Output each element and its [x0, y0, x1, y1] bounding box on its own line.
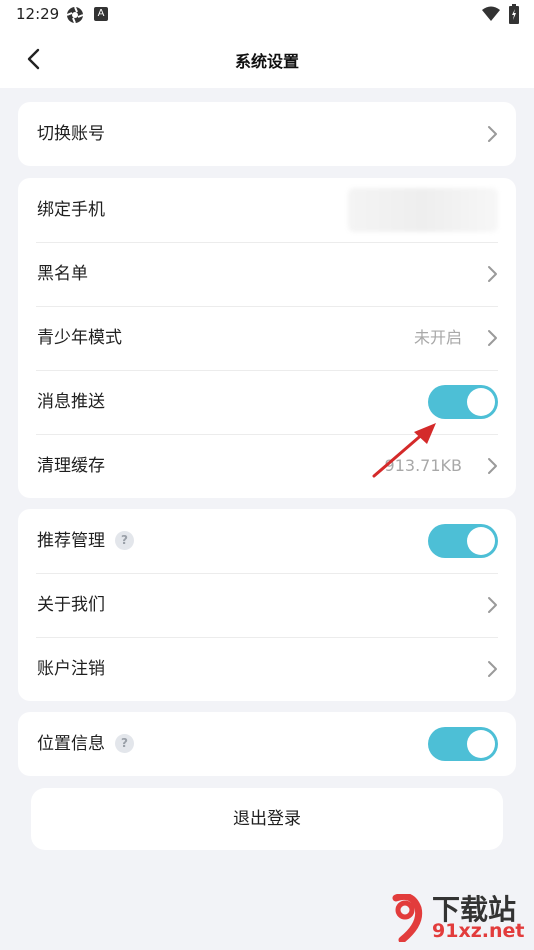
status-bar: 12:29 A [0, 0, 534, 30]
row-label: 绑定手机 [37, 200, 105, 220]
row-label: 位置信息 [37, 734, 105, 754]
chevron-right-icon [488, 126, 497, 142]
about-us-row[interactable]: 关于我们 [18, 573, 516, 637]
chevron-right-icon [488, 266, 497, 282]
push-notification-row: 消息推送 [18, 370, 516, 434]
watermark-logo-icon [392, 894, 423, 942]
row-label: 推荐管理 [37, 531, 105, 551]
battery-icon [509, 4, 519, 24]
app-header: 系统设置 [0, 30, 534, 88]
switch-account-row[interactable]: 切换账号 [18, 102, 516, 166]
chevron-right-icon [488, 330, 497, 346]
chevron-right-icon [488, 597, 497, 613]
toggle-knob [467, 527, 495, 555]
status-time: 12:29 [16, 5, 60, 23]
chevron-right-icon [488, 661, 497, 677]
recommendation-row: 推荐管理 ? [18, 509, 516, 573]
wifi-icon [482, 6, 500, 21]
blacklist-row[interactable]: 黑名单 [18, 242, 516, 306]
teen-mode-row[interactable]: 青少年模式 未开启 [18, 306, 516, 370]
logout-button[interactable]: 退出登录 [31, 788, 503, 850]
row-label: 切换账号 [37, 124, 105, 144]
help-icon[interactable]: ? [115, 531, 134, 550]
annotation-arrow-icon [372, 423, 436, 478]
recommendation-toggle[interactable] [428, 524, 498, 558]
account-card: 切换账号 [18, 102, 516, 166]
row-label: 关于我们 [37, 595, 105, 615]
bind-phone-row[interactable]: 绑定手机 [18, 178, 516, 242]
row-label: 消息推送 [37, 392, 105, 412]
a-badge-icon: A [94, 7, 108, 21]
row-label: 青少年模式 [37, 328, 122, 348]
toggle-knob [467, 730, 495, 758]
watermark-url: 91xz.net [432, 920, 525, 942]
row-label: 清理缓存 [37, 456, 105, 476]
clear-cache-row[interactable]: 清理缓存 913.71KB [18, 434, 516, 498]
location-row: 位置信息 ? [18, 712, 516, 776]
teen-mode-status: 未开启 [413, 328, 462, 347]
location-card: 位置信息 ? [18, 712, 516, 776]
location-toggle[interactable] [428, 727, 498, 761]
about-card: 推荐管理 ? 关于我们 账户注销 [18, 509, 516, 701]
watermark: 下载站 91xz.net [388, 888, 534, 948]
settings-card: 绑定手机 黑名单 青少年模式 未开启 消息推送 清理缓存 913.71KB [18, 178, 516, 498]
push-notification-toggle[interactable] [428, 385, 498, 419]
page-title: 系统设置 [234, 52, 299, 71]
aperture-icon [66, 6, 84, 24]
toggle-knob [467, 388, 495, 416]
chevron-right-icon [488, 458, 497, 474]
help-icon[interactable]: ? [115, 734, 134, 753]
row-label: 黑名单 [37, 264, 88, 284]
delete-account-row[interactable]: 账户注销 [18, 637, 516, 701]
phone-number-redacted [348, 188, 498, 232]
row-label: 账户注销 [37, 659, 105, 679]
